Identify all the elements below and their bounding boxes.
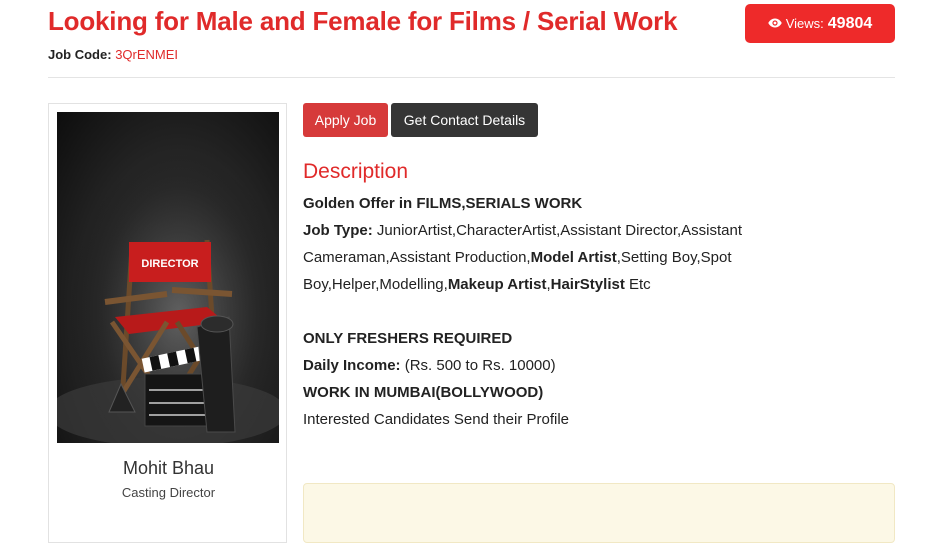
views-count: 49804 xyxy=(827,14,873,32)
job-type-part-7: Etc xyxy=(624,276,651,293)
profile-photo: DIRECTOR xyxy=(57,112,279,443)
job-type-model-artist: Model Artist xyxy=(530,249,617,266)
notice-box xyxy=(303,483,895,543)
income-line: Daily Income: (Rs. 500 to Rs. 10000) xyxy=(303,352,893,379)
job-type-label: Job Type: xyxy=(303,222,373,239)
closing-line: Interested Candidates Send their Profile xyxy=(303,411,569,428)
location-line: WORK IN MUMBAI(BOLLYWOOD) xyxy=(303,379,893,406)
income-value: (Rs. 500 to Rs. 10000) xyxy=(400,357,556,374)
get-contact-details-button[interactable]: Get Contact Details xyxy=(391,103,538,137)
offer-text: Golden Offer in FILMS,SERIALS WORK xyxy=(303,195,583,212)
profile-card: DIRECTOR Mohit Bhau Casting Director xyxy=(48,103,287,543)
job-type-hairstylist: HairStylist xyxy=(550,276,625,293)
views-label: Views: xyxy=(785,16,824,31)
freshers-line: ONLY FRESHERS REQUIRED xyxy=(303,325,893,352)
apply-job-button[interactable]: Apply Job xyxy=(303,103,388,137)
job-type-line: Job Type: JuniorArtist,CharacterArtist,A… xyxy=(303,217,893,298)
chair-director-text: DIRECTOR xyxy=(141,258,198,270)
job-code: Job Code: 3QrENMEI xyxy=(48,47,178,62)
eye-icon xyxy=(768,16,782,31)
header-divider xyxy=(48,77,895,78)
profile-name: Mohit Bhau xyxy=(122,458,215,478)
job-type-makeup-artist: Makeup Artist xyxy=(447,276,547,293)
job-code-value: 3QrENMEI xyxy=(115,47,179,62)
profile-role: Casting Director xyxy=(121,485,216,500)
freshers-text: ONLY FRESHERS REQUIRED xyxy=(303,330,513,347)
job-title: Looking for Male and Female for Films / … xyxy=(48,6,678,36)
income-label: Daily Income: xyxy=(303,357,401,374)
views-badge: Views: 49804 xyxy=(745,4,895,43)
description-body: Golden Offer in FILMS,SERIALS WORK Job T… xyxy=(303,190,893,433)
job-code-label: Job Code: xyxy=(48,47,112,62)
description-heading: Description xyxy=(303,160,409,183)
location-text: WORK IN MUMBAI(BOLLYWOOD) xyxy=(303,384,544,401)
offer-line: Golden Offer in FILMS,SERIALS WORK xyxy=(303,190,893,217)
